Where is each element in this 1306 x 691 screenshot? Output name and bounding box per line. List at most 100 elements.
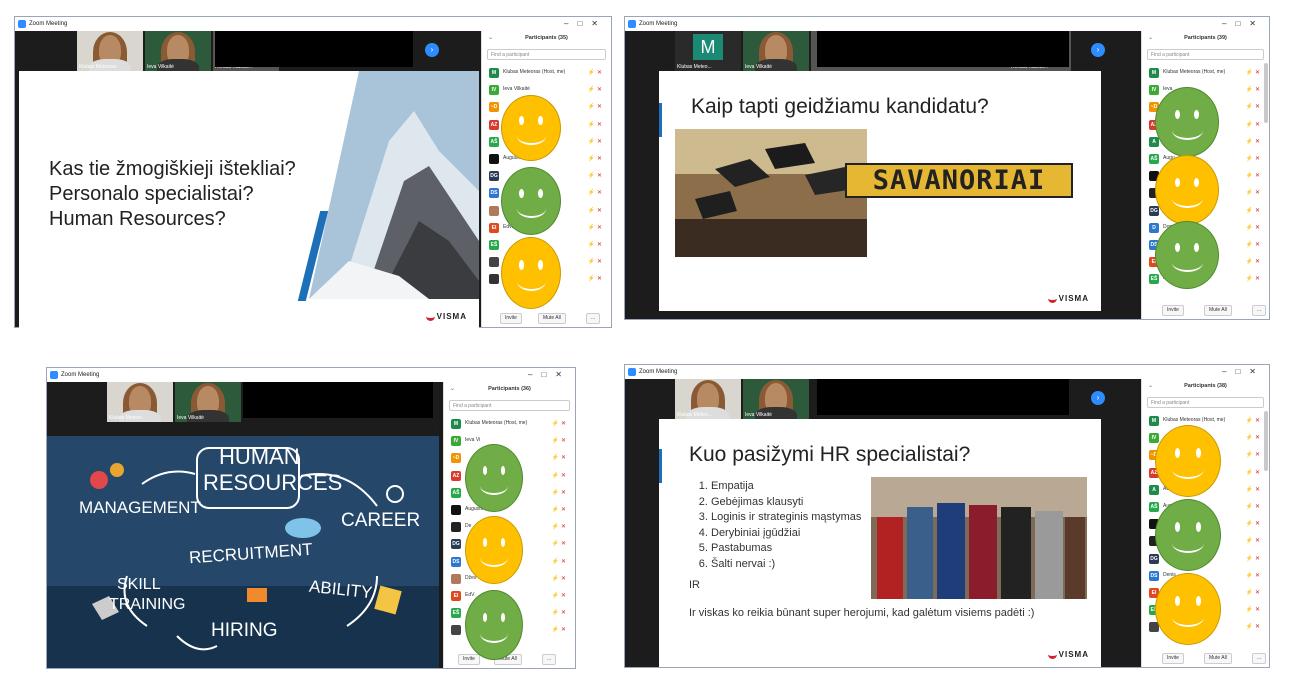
muted-mic-icon[interactable]: ⚡✕: [588, 258, 605, 265]
muted-mic-icon[interactable]: ⚡✕: [1246, 224, 1263, 231]
muted-mic-icon[interactable]: ⚡✕: [1246, 451, 1263, 458]
muted-mic-icon[interactable]: ⚡✕: [588, 275, 605, 282]
muted-mic-icon[interactable]: ⚡✕: [1246, 258, 1263, 265]
avatar: DG: [489, 171, 499, 182]
participant-name: Ieva Vi: [465, 437, 481, 444]
muted-mic-icon[interactable]: ⚡✕: [588, 241, 605, 248]
muted-mic-icon[interactable]: ⚡✕: [1246, 241, 1263, 248]
muted-mic-icon[interactable]: ⚡✕: [1246, 417, 1263, 424]
window-controls[interactable]: –□✕: [528, 368, 571, 382]
more-button[interactable]: ...: [586, 313, 601, 324]
muted-mic-icon[interactable]: ⚡✕: [1246, 623, 1263, 630]
invite-button[interactable]: Invite: [458, 654, 480, 665]
muted-mic-icon[interactable]: ⚡✕: [552, 558, 569, 565]
next-page-button[interactable]: ›: [425, 43, 439, 57]
participant-row[interactable]: IV Ieva Vilkaitė ⚡✕: [487, 82, 608, 99]
video-thumbnail[interactable]: Ieva Vilkaitė: [743, 31, 809, 71]
muted-mic-icon[interactable]: ⚡✕: [1246, 172, 1263, 179]
muted-mic-icon[interactable]: ⚡✕: [552, 523, 569, 530]
muted-mic-icon[interactable]: ⚡✕: [552, 437, 569, 444]
muted-mic-icon[interactable]: ⚡✕: [1246, 606, 1263, 613]
muted-mic-icon[interactable]: ⚡✕: [552, 540, 569, 547]
muted-mic-icon[interactable]: ⚡✕: [588, 207, 605, 214]
next-page-button[interactable]: ›: [1091, 43, 1105, 57]
scrollbar[interactable]: [1264, 411, 1268, 471]
muted-mic-icon[interactable]: ⚡✕: [588, 224, 605, 231]
muted-mic-icon[interactable]: ⚡✕: [1246, 503, 1263, 510]
mute-all-button[interactable]: Mute All: [1204, 653, 1232, 664]
participant-row[interactable]: M Klubas Meteoras (Host, me) ⚡✕: [1147, 65, 1266, 82]
window-title: Zoom Meeting: [639, 21, 678, 27]
more-button[interactable]: ...: [1252, 305, 1267, 316]
muted-mic-icon[interactable]: ⚡✕: [588, 189, 605, 196]
more-button[interactable]: ...: [542, 654, 557, 665]
muted-mic-icon[interactable]: ⚡✕: [1246, 572, 1263, 579]
muted-mic-icon[interactable]: ⚡✕: [588, 172, 605, 179]
participant-row[interactable]: IV Ieva Vi ⚡✕: [449, 433, 572, 450]
mute-all-button[interactable]: Mute All: [1204, 305, 1232, 316]
more-button[interactable]: ...: [1252, 653, 1267, 664]
muted-mic-icon[interactable]: ⚡✕: [552, 420, 569, 427]
invite-button[interactable]: Invite: [500, 313, 522, 324]
invite-button[interactable]: Invite: [1162, 305, 1184, 316]
muted-mic-icon[interactable]: ⚡✕: [552, 454, 569, 461]
thumbnail-name: Ieva Vilkaitė: [745, 412, 772, 418]
scrollbar[interactable]: [1264, 63, 1268, 123]
search-input[interactable]: Find a participant: [1147, 49, 1264, 60]
window-controls[interactable]: –□✕: [1222, 17, 1265, 31]
next-page-button[interactable]: ›: [1091, 391, 1105, 405]
muted-mic-icon[interactable]: ⚡✕: [1246, 69, 1263, 76]
muted-mic-icon[interactable]: ⚡✕: [552, 626, 569, 633]
search-input[interactable]: Find a participant: [487, 49, 606, 60]
window-controls[interactable]: –□✕: [564, 17, 607, 31]
panel-footer: Invite Mute All ...: [1142, 305, 1269, 316]
muted-mic-icon[interactable]: ⚡✕: [1246, 189, 1263, 196]
muted-mic-icon[interactable]: ⚡✕: [1246, 555, 1263, 562]
muted-mic-icon[interactable]: ⚡✕: [1246, 86, 1263, 93]
muted-mic-icon[interactable]: ⚡✕: [1246, 520, 1263, 527]
participant-row[interactable]: M Klubas Meteoras (Host, me) ⚡✕: [449, 416, 572, 433]
participant-row[interactable]: M Klubas Meteoras (Host, me) ⚡✕: [487, 65, 608, 82]
smiley-cover: [1155, 155, 1219, 225]
muted-mic-icon[interactable]: ⚡✕: [552, 489, 569, 496]
muted-mic-icon[interactable]: ⚡✕: [1246, 537, 1263, 544]
muted-mic-icon[interactable]: ⚡✕: [588, 86, 605, 93]
muted-mic-icon[interactable]: ⚡✕: [588, 138, 605, 145]
invite-button[interactable]: Invite: [1162, 653, 1184, 664]
search-input[interactable]: Find a participant: [449, 400, 570, 411]
video-thumbnail[interactable]: Ieva Vilkaitė: [743, 379, 809, 419]
mute-all-button[interactable]: Mute All: [538, 313, 566, 324]
video-thumbnail[interactable]: Ieva Vilkaitė: [145, 31, 211, 71]
muted-mic-icon[interactable]: ⚡✕: [1246, 138, 1263, 145]
meeting-stage: M Klubas Meteo... Ieva Vilkaitė Renata Ka…: [625, 31, 1139, 319]
muted-mic-icon[interactable]: ⚡✕: [1246, 207, 1263, 214]
muted-mic-icon[interactable]: ⚡✕: [1246, 103, 1263, 110]
muted-mic-icon[interactable]: ⚡✕: [552, 506, 569, 513]
window-controls[interactable]: –□✕: [1222, 365, 1265, 379]
muted-mic-icon[interactable]: ⚡✕: [1246, 275, 1263, 282]
muted-mic-icon[interactable]: ⚡✕: [1246, 589, 1263, 596]
muted-mic-icon[interactable]: ⚡✕: [1246, 155, 1263, 162]
muted-mic-icon[interactable]: ⚡✕: [552, 472, 569, 479]
video-thumbnail[interactable]: M Klubas Meteo...: [675, 31, 741, 71]
muted-mic-icon[interactable]: ⚡✕: [552, 575, 569, 582]
video-thumbnail[interactable]: Klubas Meteo...: [675, 379, 741, 419]
muted-mic-icon[interactable]: ⚡✕: [588, 103, 605, 110]
video-thumbnail[interactable]: Ieva Vilkaitė: [175, 382, 241, 422]
video-thumbnail[interactable]: Klubas Meteor...: [107, 382, 173, 422]
muted-mic-icon[interactable]: ⚡✕: [588, 69, 605, 76]
muted-mic-icon[interactable]: ⚡✕: [588, 155, 605, 162]
muted-mic-icon[interactable]: ⚡✕: [552, 609, 569, 616]
muted-mic-icon[interactable]: ⚡✕: [1246, 469, 1263, 476]
muted-mic-icon[interactable]: ⚡✕: [588, 121, 605, 128]
search-input[interactable]: Find a participant: [1147, 397, 1264, 408]
muted-mic-icon[interactable]: ⚡✕: [1246, 486, 1263, 493]
video-thumbnail[interactable]: Klubas Meteoras: [77, 31, 143, 71]
participant-row[interactable]: M Klubas Meteoras (Host, me) ⚡✕: [1147, 413, 1266, 430]
thumbnail-name: Ieva Vilkaitė: [147, 64, 174, 70]
muted-mic-icon[interactable]: ⚡✕: [552, 592, 569, 599]
meeting-stage: Klubas Meteoras Ieva Vilkaitė Renata Kaz…: [15, 31, 491, 329]
muted-mic-icon[interactable]: ⚡✕: [1246, 121, 1263, 128]
smiley-cover: [501, 237, 561, 309]
muted-mic-icon[interactable]: ⚡✕: [1246, 434, 1263, 441]
